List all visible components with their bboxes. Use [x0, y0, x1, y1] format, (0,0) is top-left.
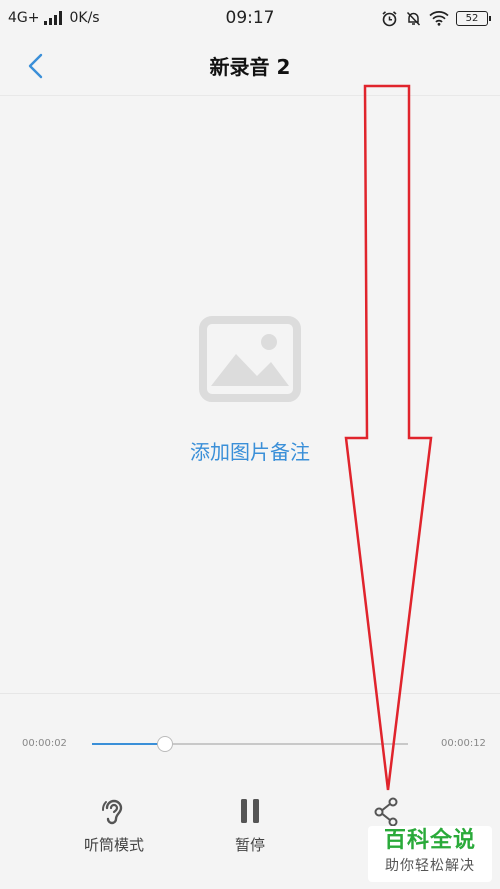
- watermark-title: 百科全说: [383, 828, 476, 853]
- ear-icon: [102, 799, 123, 825]
- watermark-subtitle: 助你轻松解决: [385, 858, 475, 874]
- mute-bell-icon: [406, 11, 421, 26]
- current-time: 00:00:02: [22, 738, 67, 749]
- add-image-note-link[interactable]: 添加图片备注: [0, 436, 500, 465]
- seek-thumb[interactable]: [156, 736, 173, 752]
- pause-icon: [241, 799, 259, 823]
- back-button[interactable]: [18, 48, 54, 84]
- seek-progress: [92, 743, 165, 745]
- title-bar: 新录音 2: [0, 36, 500, 96]
- wifi-icon: [429, 11, 449, 26]
- status-right: 52: [381, 10, 491, 27]
- battery-indicator: 52: [456, 10, 491, 26]
- share-icon: [374, 797, 398, 827]
- pause-button[interactable]: 暂停: [190, 796, 310, 855]
- alarm-icon: [382, 10, 397, 26]
- watermark-badge: 百科全说 助你轻松解决: [368, 826, 492, 882]
- earpiece-mode-button[interactable]: 听筒模式: [54, 796, 174, 855]
- status-left: 4G+ 0K/s: [8, 10, 100, 26]
- signal-icon: [43, 11, 62, 25]
- chevron-left-icon: [28, 53, 43, 79]
- network-type: 4G+: [8, 10, 40, 26]
- seek-bar[interactable]: [92, 736, 408, 752]
- total-time: 00:00:12: [441, 738, 486, 749]
- pause-label: 暂停: [234, 836, 265, 854]
- status-bar: 4G+ 0K/s 09:17 52: [0, 0, 500, 36]
- player-divider: [0, 693, 500, 694]
- page-title: 新录音 2: [209, 55, 291, 79]
- network-speed: 0K/s: [69, 10, 100, 26]
- earpiece-mode-label: 听筒模式: [83, 836, 144, 854]
- image-icon[interactable]: [199, 316, 301, 402]
- battery-level: 52: [465, 12, 479, 24]
